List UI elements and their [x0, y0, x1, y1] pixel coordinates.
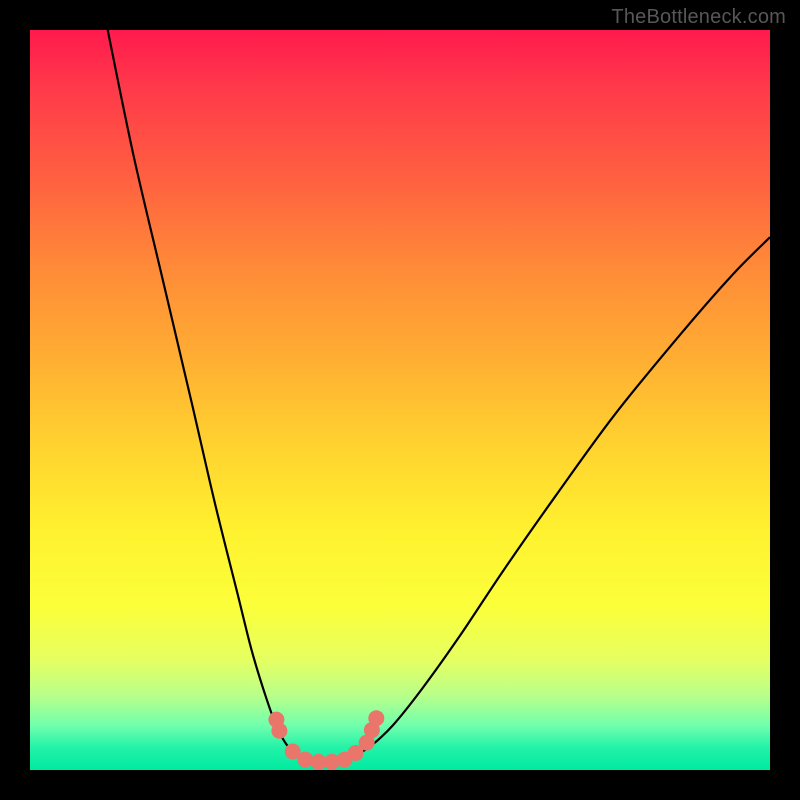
- chart-svg: [30, 30, 770, 770]
- chart-plot-area: [30, 30, 770, 770]
- curve-right: [356, 237, 770, 755]
- highlight-dot: [271, 723, 287, 739]
- highlight-markers: [268, 710, 384, 770]
- highlight-dot: [368, 710, 384, 726]
- site-credit: TheBottleneck.com: [611, 6, 786, 29]
- highlight-dot: [297, 752, 313, 768]
- chart-frame: TheBottleneck.com: [0, 0, 800, 800]
- curve-left: [108, 30, 299, 755]
